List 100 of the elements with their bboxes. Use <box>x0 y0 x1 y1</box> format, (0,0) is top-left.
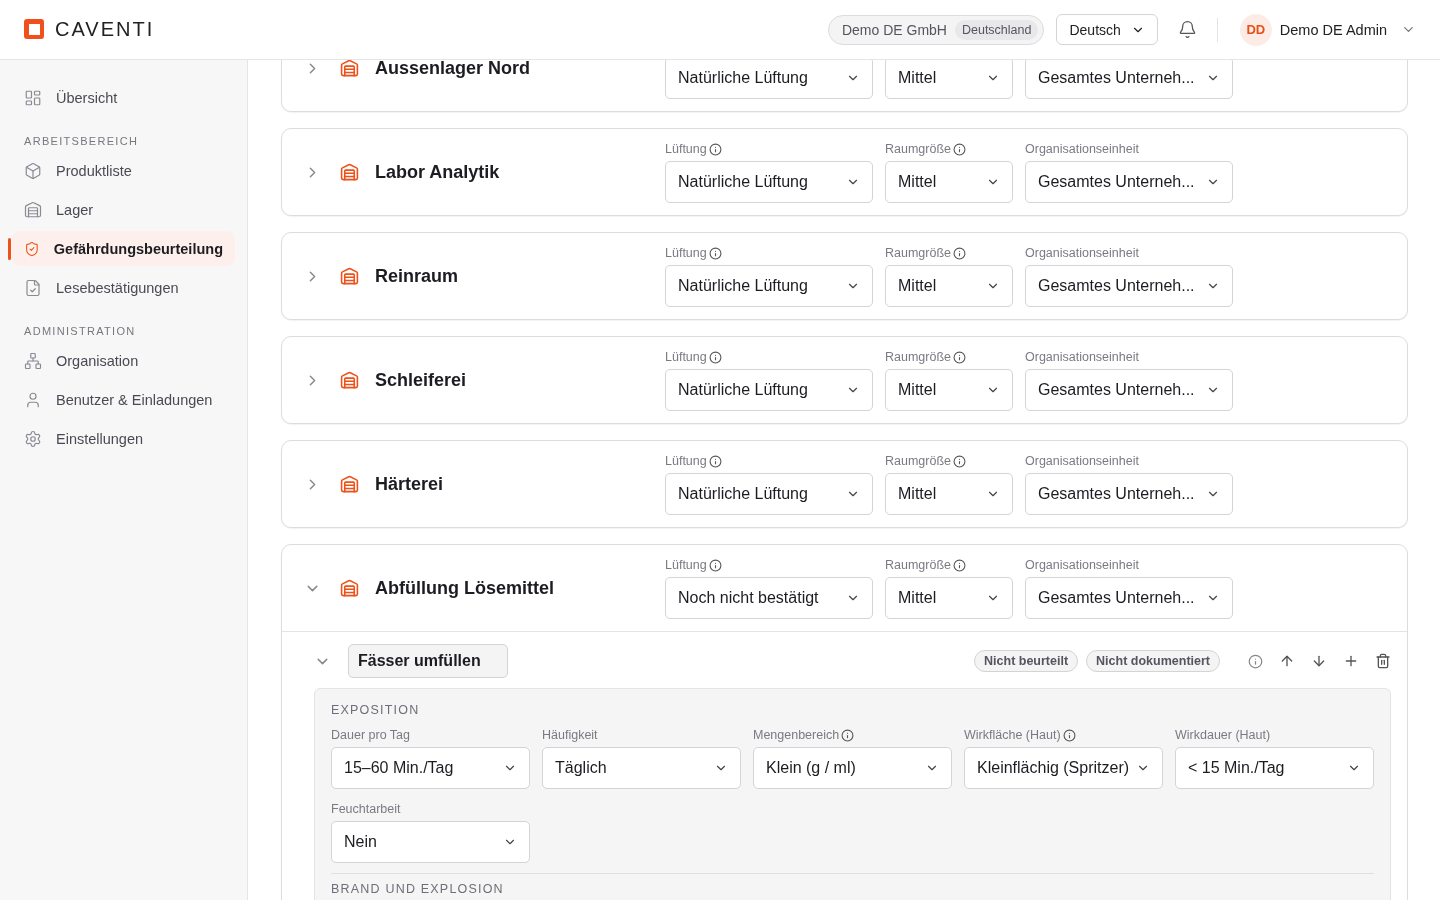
field-label: Raumgröße <box>885 558 951 572</box>
org-chart-icon <box>24 351 42 370</box>
language-select[interactable]: Deutsch <box>1056 14 1158 45</box>
warehouse-icon <box>340 578 359 598</box>
info-icon[interactable] <box>953 454 966 468</box>
logo-text: CAVENTI <box>55 18 155 41</box>
company-pill[interactable]: Demo DE GmbH Deutschland <box>827 14 1045 45</box>
section-title: BRAND UND EXPLOSION <box>331 882 505 896</box>
company-name: Demo DE GmbH <box>841 21 947 38</box>
field-label: Raumgröße <box>885 246 951 260</box>
info-icon[interactable] <box>953 350 966 364</box>
area-title: Aussenlager Nord <box>375 60 532 79</box>
plus-icon[interactable] <box>1343 653 1359 669</box>
logo-icon <box>24 18 46 41</box>
field-label: Organisationseinheit <box>1025 350 1139 364</box>
area-title: Schleiferei <box>375 369 468 391</box>
field-label: Lüftung <box>665 142 707 156</box>
info-icon[interactable] <box>841 728 855 742</box>
select-field[interactable]: Natürliche Lüftung <box>665 369 873 411</box>
warehouse-icon <box>340 162 359 182</box>
info-icon[interactable] <box>708 454 722 468</box>
field-label: Häufigkeit <box>542 728 598 742</box>
select-field[interactable]: Natürliche Lüftung <box>665 161 873 203</box>
user-menu[interactable]: DD Demo DE Admin <box>1239 13 1416 46</box>
shield-icon <box>24 239 40 258</box>
field-label: Dauer pro Tag <box>331 728 410 742</box>
select-field[interactable]: Gesamtes Unterneh... <box>1025 60 1233 99</box>
info-icon[interactable] <box>1248 653 1263 669</box>
select-field[interactable]: Täglich <box>542 747 741 789</box>
warehouse-icon <box>24 200 42 219</box>
info-icon[interactable] <box>708 142 722 156</box>
area-title: Härterei <box>375 473 445 495</box>
select-field[interactable]: Mittel <box>885 577 1013 619</box>
select-field[interactable]: Mittel <box>885 473 1013 515</box>
select-field[interactable]: Kleinflächig (Spritzer) <box>964 747 1163 789</box>
field-label: Feuchtarbeit <box>331 802 401 816</box>
nav-item[interactable]: Benutzer & Einladungen <box>12 382 235 417</box>
info-icon[interactable] <box>1062 728 1076 742</box>
dashboard-icon <box>24 88 42 107</box>
nav-item[interactable]: Organisation <box>12 343 235 378</box>
avatar: DD <box>1239 13 1272 46</box>
select-field[interactable]: 15–60 Min./Tag <box>331 747 530 789</box>
select-field[interactable]: Gesamtes Unterneh... <box>1025 577 1233 619</box>
info-icon[interactable] <box>708 558 722 572</box>
box-icon <box>24 161 42 180</box>
section-title: ARBEITSBEREICH <box>23 135 140 147</box>
warehouse-icon <box>340 370 359 390</box>
section-title: EXPOSITION <box>331 703 421 717</box>
info-icon[interactable] <box>953 558 966 572</box>
warehouse-icon <box>340 266 359 286</box>
section-title: ADMINISTRATION <box>23 325 137 337</box>
field-label: Raumgröße <box>885 142 951 156</box>
field-label: Raumgröße <box>885 454 951 468</box>
bell-icon[interactable] <box>1177 20 1197 39</box>
select-field[interactable]: Nein <box>331 821 530 863</box>
field-label: Lüftung <box>665 454 707 468</box>
trash-icon[interactable] <box>1375 653 1391 669</box>
select-field[interactable]: Mittel <box>885 369 1013 411</box>
status-badge: Nicht beurteilt <box>974 650 1079 672</box>
select-field[interactable]: Gesamtes Unterneh... <box>1025 265 1233 307</box>
info-icon[interactable] <box>953 142 966 156</box>
area-title: Labor Analytik <box>375 161 501 183</box>
status-badge: Nicht dokumentiert <box>1086 650 1220 672</box>
select-field[interactable]: Gesamtes Unterneh... <box>1025 369 1233 411</box>
select-field[interactable]: Natürliche Lüftung <box>665 473 873 515</box>
nav-item[interactable]: Lager <box>12 192 235 227</box>
select-field[interactable]: Gesamtes Unterneh... <box>1025 473 1233 515</box>
field-label: Organisationseinheit <box>1025 142 1139 156</box>
select-field[interactable]: Noch nicht bestätigt <box>665 577 873 619</box>
field-label: Mengenbereich <box>753 728 840 742</box>
info-icon[interactable] <box>953 246 966 260</box>
nav-item[interactable]: Einstellungen <box>12 421 235 456</box>
warehouse-icon <box>340 60 359 78</box>
field-label: Organisationseinheit <box>1025 454 1139 468</box>
field-label: Lüftung <box>665 246 707 260</box>
nav-item[interactable]: Produktliste <box>12 153 235 188</box>
select-field[interactable]: Mittel <box>885 60 1013 99</box>
select-field[interactable]: Mittel <box>885 161 1013 203</box>
field-label: Wirkfläche (Haut) <box>964 728 1061 742</box>
field-label: Organisationseinheit <box>1025 246 1139 260</box>
field-label: Organisationseinheit <box>1025 558 1139 572</box>
area-title: Reinraum <box>375 265 460 287</box>
country-tag: Deutschland <box>954 19 1039 40</box>
select-field[interactable]: < 15 Min./Tag <box>1175 747 1374 789</box>
field-label: Wirkdauer (Haut) <box>1175 728 1271 742</box>
select-field[interactable]: Natürliche Lüftung <box>665 60 873 99</box>
field-label: Raumgröße <box>885 350 951 364</box>
info-icon[interactable] <box>708 246 722 260</box>
activity-name-field[interactable]: Fässer umfüllen <box>348 644 508 678</box>
nav-item[interactable]: Lesebestätigungen <box>12 270 235 305</box>
info-icon[interactable] <box>708 350 722 364</box>
select-field[interactable]: Gesamtes Unterneh... <box>1025 161 1233 203</box>
select-field[interactable]: Mittel <box>885 265 1013 307</box>
select-field[interactable]: Klein (g / ml) <box>753 747 952 789</box>
warehouse-icon <box>340 474 359 494</box>
nav-item[interactable]: Übersicht <box>12 80 235 115</box>
area-title: Abfüllung Lösemittel <box>375 577 555 599</box>
select-field[interactable]: Natürliche Lüftung <box>665 265 873 307</box>
settings-icon <box>24 429 42 448</box>
field-label: Lüftung <box>665 558 707 572</box>
